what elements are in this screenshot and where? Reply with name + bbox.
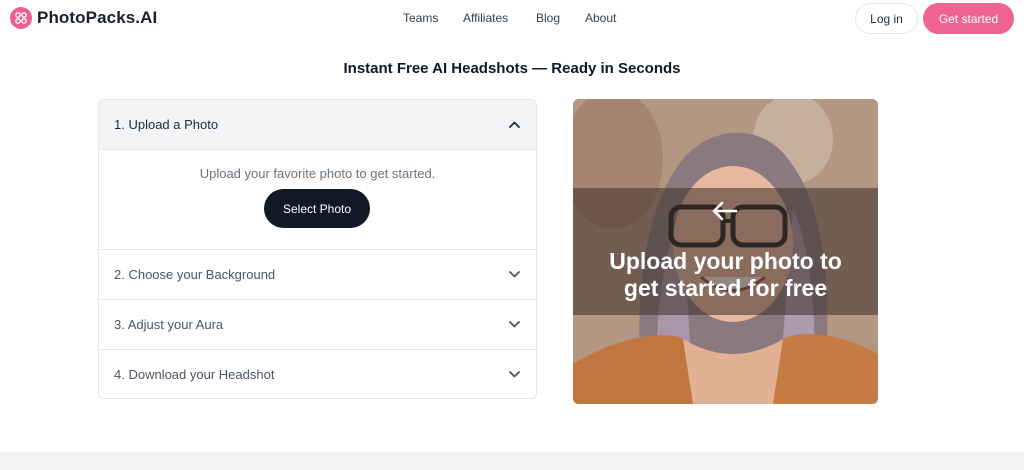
select-photo-button[interactable]: Select Photo: [264, 189, 370, 228]
step-label: 3. Adjust your Aura: [114, 317, 224, 332]
step-adjust-aura-header[interactable]: 3. Adjust your Aura: [99, 300, 536, 350]
upload-prompt: Upload your favorite photo to get starte…: [199, 166, 436, 181]
step-download-headshot-header[interactable]: 4. Download your Headshot: [99, 350, 536, 398]
login-button[interactable]: Log in: [855, 3, 918, 34]
chevron-down-icon: [507, 367, 521, 381]
step-label: 1. Upload a Photo: [114, 117, 219, 132]
hero-caption: Upload your photo to get started for fre…: [573, 248, 878, 302]
steps-accordion: 1. Upload a Photo Upload your favorite p…: [98, 99, 537, 399]
upload-hero-image[interactable]: Upload your photo to get started for fre…: [573, 99, 878, 404]
nav-link-teams[interactable]: Teams: [403, 11, 438, 25]
nav-link-affiliates[interactable]: Affiliates: [463, 11, 508, 25]
arrow-left-icon: [710, 200, 740, 222]
chevron-down-icon: [507, 268, 521, 282]
site-header: PhotoPacks.AI Teams Affiliates Blog Abou…: [0, 0, 1024, 38]
hero-caption-line-1: Upload your photo to: [609, 248, 842, 274]
footer-strip: [0, 452, 1024, 470]
step-label: 4. Download your Headshot: [114, 366, 275, 382]
get-started-button[interactable]: Get started: [923, 3, 1014, 34]
step-choose-background-header[interactable]: 2. Choose your Background: [99, 250, 536, 300]
chevron-up-icon: [507, 118, 521, 132]
page-title: Instant Free AI Headshots — Ready in Sec…: [343, 60, 681, 77]
nav-link-blog[interactable]: Blog: [536, 11, 560, 25]
hero-caption-line-2: get started for free: [623, 275, 828, 301]
step-label: 2. Choose your Background: [114, 267, 276, 282]
step-upload-photo-header[interactable]: 1. Upload a Photo: [99, 100, 536, 150]
chevron-down-icon: [507, 318, 521, 332]
nav-link-about[interactable]: About: [585, 11, 616, 25]
